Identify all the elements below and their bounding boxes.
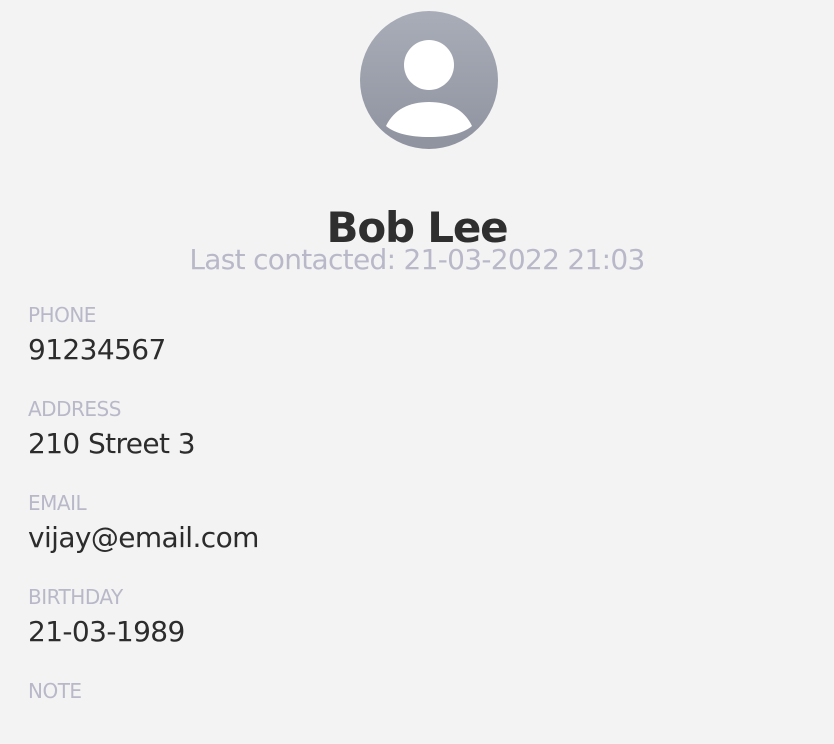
birthday-field: BIRTHDAY 21-03-1989 [28, 583, 808, 650]
note-field: NOTE [28, 677, 808, 744]
email-value: vijay@email.com [28, 521, 259, 554]
phone-label: PHONE [28, 303, 96, 327]
phone-field: PHONE 91234567 [28, 301, 808, 368]
address-value: 210 Street 3 [28, 427, 196, 460]
note-value [28, 708, 808, 744]
last-contacted-text: Last contacted: 21-03-2022 21:03 [189, 243, 645, 276]
address-label: ADDRESS [28, 397, 121, 421]
email-label: EMAIL [28, 491, 87, 515]
note-label: NOTE [28, 679, 82, 703]
phone-value: 91234567 [28, 333, 166, 366]
user-silhouette-icon [386, 40, 472, 137]
contact-detail-panel: Bob Lee Last contacted: 21-03-2022 21:03… [0, 0, 834, 736]
birthday-label: BIRTHDAY [28, 585, 123, 609]
birthday-value: 21-03-1989 [28, 615, 185, 648]
avatar [360, 11, 498, 149]
email-field: EMAIL vijay@email.com [28, 489, 808, 556]
address-field: ADDRESS 210 Street 3 [28, 395, 808, 462]
